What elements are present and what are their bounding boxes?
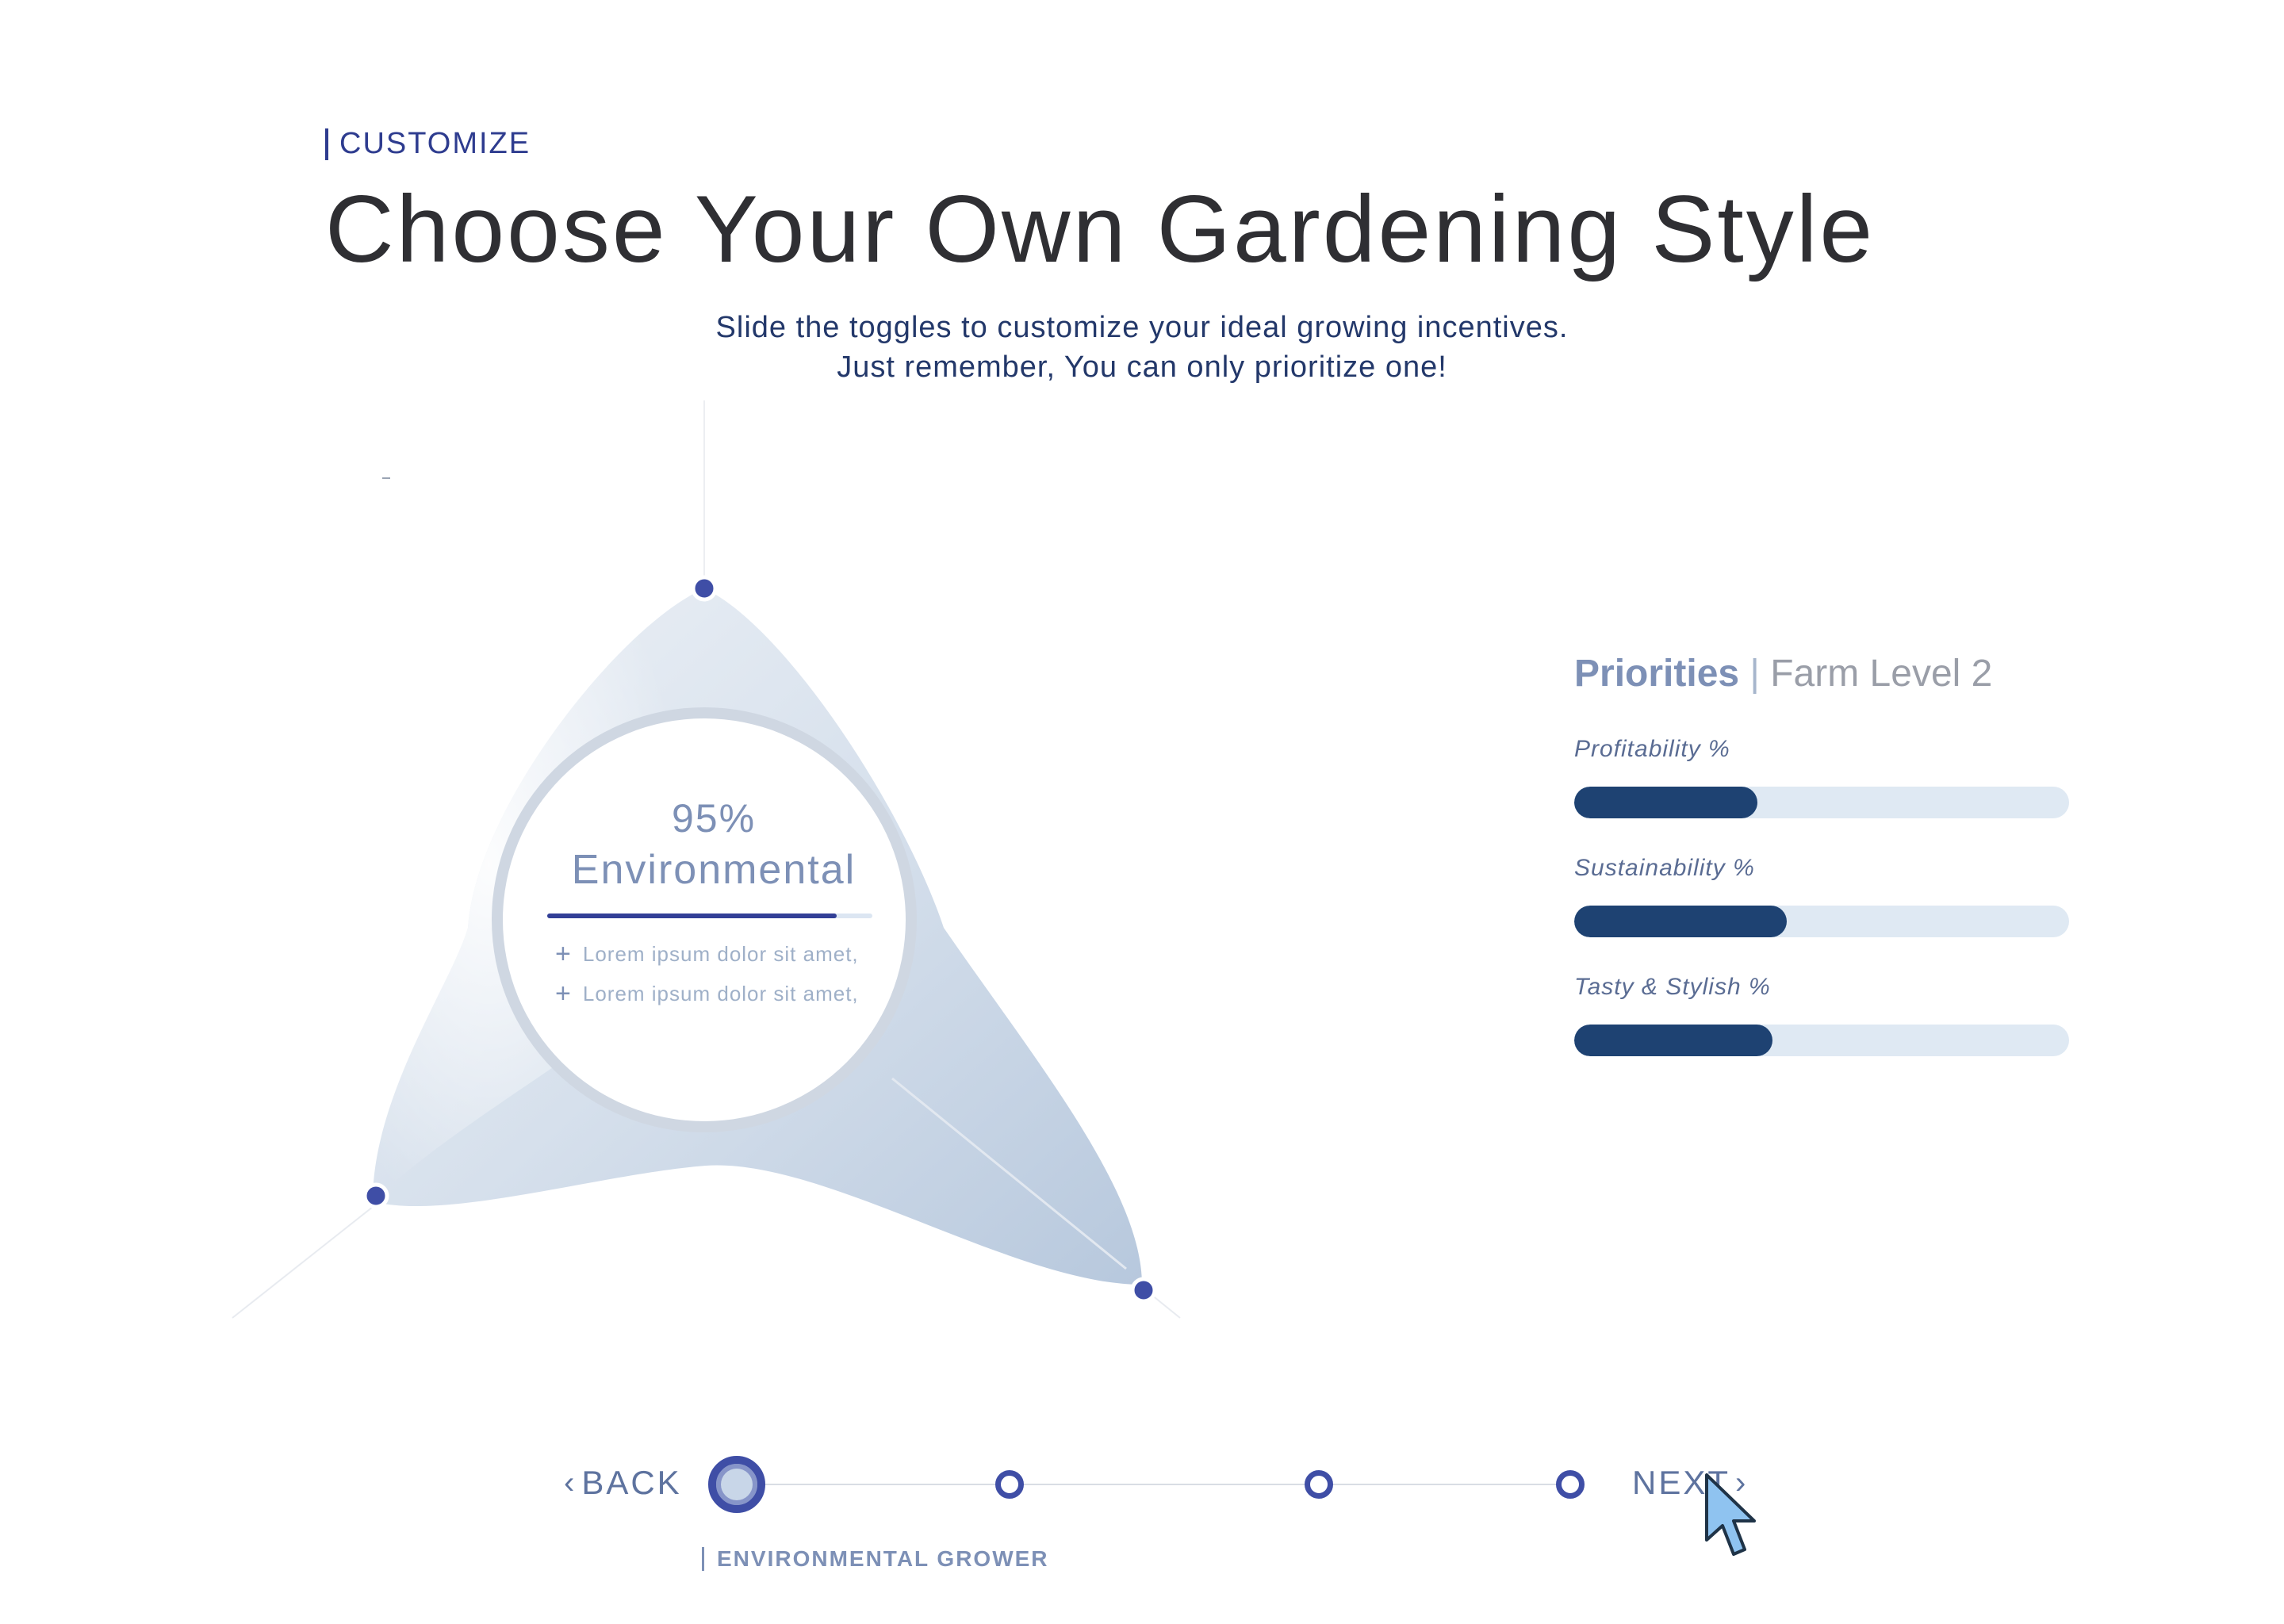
back-button[interactable]: ‹ BACK — [559, 1464, 682, 1502]
metric-label-profitability: Profitability % — [1574, 736, 1730, 762]
vertex-handle-right[interactable] — [1130, 1277, 1157, 1304]
vertex-handle-left[interactable] — [362, 1182, 389, 1209]
center-circle — [503, 718, 906, 1121]
step-label-bar — [702, 1547, 704, 1571]
back-label: BACK — [581, 1464, 682, 1501]
focus-progress-fill — [547, 914, 837, 918]
priorities-heading: Priorities | Farm Level 2 — [1574, 652, 1992, 695]
chevron-left-icon: ‹ — [564, 1465, 577, 1500]
focus-category: Environmental — [571, 847, 856, 893]
bullet-text: Lorem ipsum dolor sit amet, — [582, 981, 859, 1005]
priorities-separator: | — [1749, 653, 1760, 695]
step-3-indicator[interactable] — [1305, 1470, 1333, 1499]
metric-label-tasty-stylish: Tasty & Stylish % — [1574, 974, 1771, 1000]
slider-tasty-stylish[interactable] — [1574, 1025, 2069, 1056]
mouse-pointer-icon — [1705, 1473, 1756, 1556]
slider-fill-tasty-stylish — [1574, 1025, 1772, 1056]
focus-percent: 95% — [671, 796, 757, 841]
vertex-handle-top[interactable] — [691, 575, 718, 602]
step-4-indicator[interactable] — [1556, 1470, 1585, 1499]
focus-progress-track — [547, 914, 872, 918]
plus-icon: + — [555, 978, 572, 1009]
current-step-text: ENVIRONMENTAL GROWER — [717, 1546, 1049, 1571]
step-2-indicator[interactable] — [995, 1470, 1024, 1499]
current-step-label: ENVIRONMENTAL GROWER — [702, 1546, 1049, 1572]
slider-sustainability[interactable] — [1574, 906, 2069, 937]
list-item: + Lorem ipsum dolor sit amet, — [555, 934, 888, 974]
priorities-title: Priorities — [1574, 653, 1740, 695]
slider-fill-profitability — [1574, 787, 1757, 818]
circle-summary: 95% Environmental — [547, 793, 880, 896]
list-item: + Lorem ipsum dolor sit amet, — [555, 974, 888, 1013]
step-1-indicator[interactable] — [708, 1456, 765, 1513]
slider-fill-sustainability — [1574, 906, 1788, 937]
metric-label-sustainability: Sustainability % — [1574, 855, 1755, 881]
bullet-text: Lorem ipsum dolor sit amet, — [582, 941, 859, 966]
plus-icon: + — [555, 938, 572, 969]
stepper-track — [738, 1484, 1567, 1485]
focus-bullet-list: + Lorem ipsum dolor sit amet, + Lorem ip… — [555, 934, 888, 1013]
slider-profitability[interactable] — [1574, 787, 2069, 818]
farm-level-label: Farm Level 2 — [1770, 653, 1993, 695]
